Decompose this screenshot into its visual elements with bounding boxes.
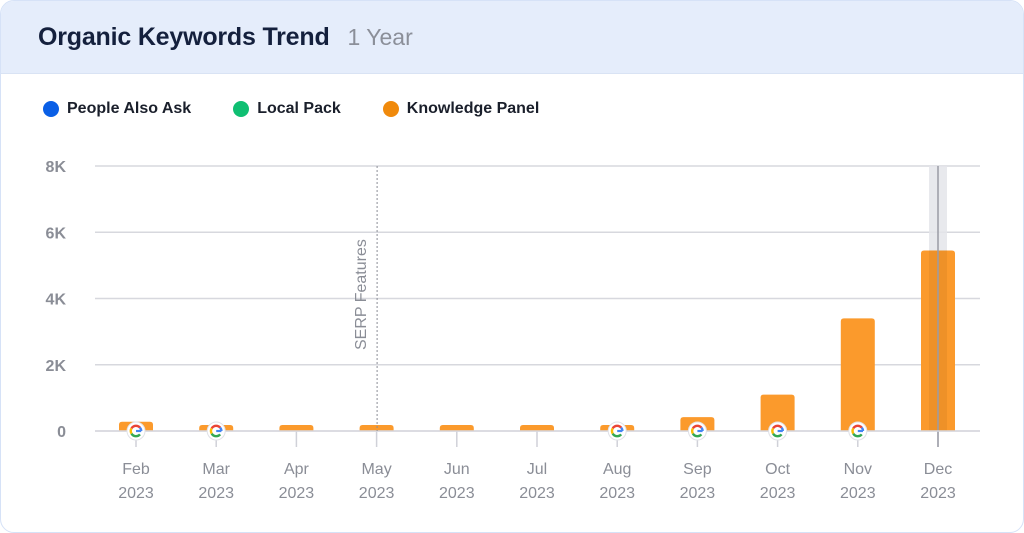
google-g-arc [771,427,775,435]
google-g-arc [691,427,695,435]
y-tick-label: 2K [46,358,67,375]
x-tick-label-year: 2023 [279,485,315,502]
x-tick-label-month: Feb [122,461,150,478]
x-tick-label-month: Mar [202,461,230,478]
x-tick-label-year: 2023 [920,485,956,502]
x-tick-label-year: 2023 [118,485,154,502]
x-tick-label-year: 2023 [359,485,395,502]
bar-knowledge-panel [279,425,314,431]
x-tick-label-year: 2023 [439,485,475,502]
google-g-arc [851,427,855,435]
x-tick-label-month: May [361,461,391,478]
bar-knowledge-panel [439,425,474,431]
y-tick-label: 8K [46,159,67,176]
x-tick-label-year: 2023 [840,485,876,502]
y-tick-label: 0 [57,424,66,441]
google-g-arc [610,427,614,435]
x-tick-label-year: 2023 [198,485,234,502]
google-g-arc [129,427,133,435]
x-tick-label-year: 2023 [519,485,555,502]
x-tick-label-month: Aug [603,461,631,478]
chart-plot: 0 2K 4K 6K 8K Feb 2023 Mar 2023 Apr 2023 May 2023 Jun… [46,159,980,502]
x-tick-label-year: 2023 [680,485,716,502]
x-tick-label-year: 2023 [760,485,796,502]
x-tick-label-month: Jun [444,461,470,478]
x-tick-label-month: Sep [683,461,712,478]
x-tick-label-month: Oct [765,461,790,478]
bar-knowledge-panel [840,318,875,431]
serp-features-label: SERP Features [353,239,370,350]
x-tick-label-month: Nov [844,461,872,478]
y-tick-label: 4K [46,292,67,309]
google-g-arc [209,427,213,435]
x-tick-label-month: Apr [284,461,310,478]
bar-knowledge-panel [520,425,554,431]
y-tick-label: 6K [46,225,67,242]
x-tick-label-month: Jul [527,461,547,478]
x-tick-label-year: 2023 [599,485,635,502]
x-tick-label-month: Dec [924,461,952,478]
